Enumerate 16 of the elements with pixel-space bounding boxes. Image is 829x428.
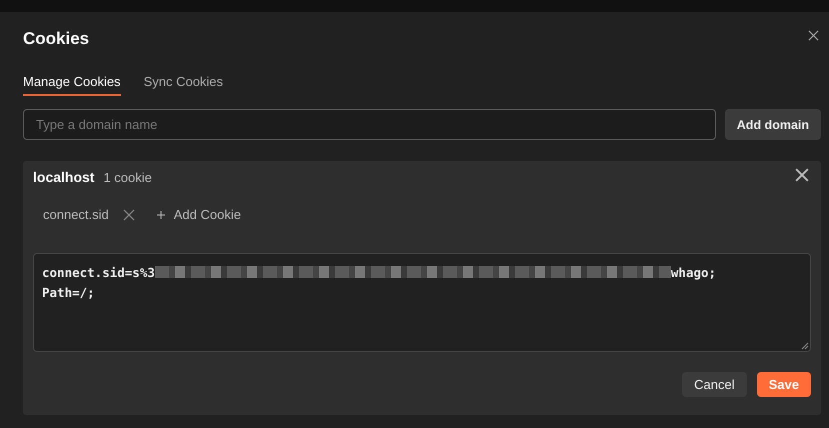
add-cookie-button[interactable]: Add Cookie xyxy=(156,207,241,222)
resize-grip-icon xyxy=(801,342,809,350)
remove-domain-button[interactable] xyxy=(795,168,809,182)
dialog-title: Cookies xyxy=(23,28,90,50)
domain-name: localhost xyxy=(33,169,94,185)
domain-field[interactable]: Type a domain name xyxy=(23,109,716,140)
cookie-name-tab[interactable]: connect.sid xyxy=(43,207,109,222)
close-button[interactable] xyxy=(808,30,819,41)
tab[interactable]: Manage Cookies xyxy=(23,72,121,96)
tab[interactable]: Sync Cookies xyxy=(144,72,224,96)
delete-cookie-button[interactable] xyxy=(122,208,135,220)
add-domain-button[interactable]: Add domain xyxy=(724,109,821,140)
cookie-value-field[interactable]: connect.sid=s%3 whago; Path=/; xyxy=(33,253,811,352)
cancel-button[interactable]: Cancel xyxy=(682,372,747,397)
plus-icon xyxy=(156,210,165,218)
cookie-count: 1 cookie xyxy=(103,170,152,185)
